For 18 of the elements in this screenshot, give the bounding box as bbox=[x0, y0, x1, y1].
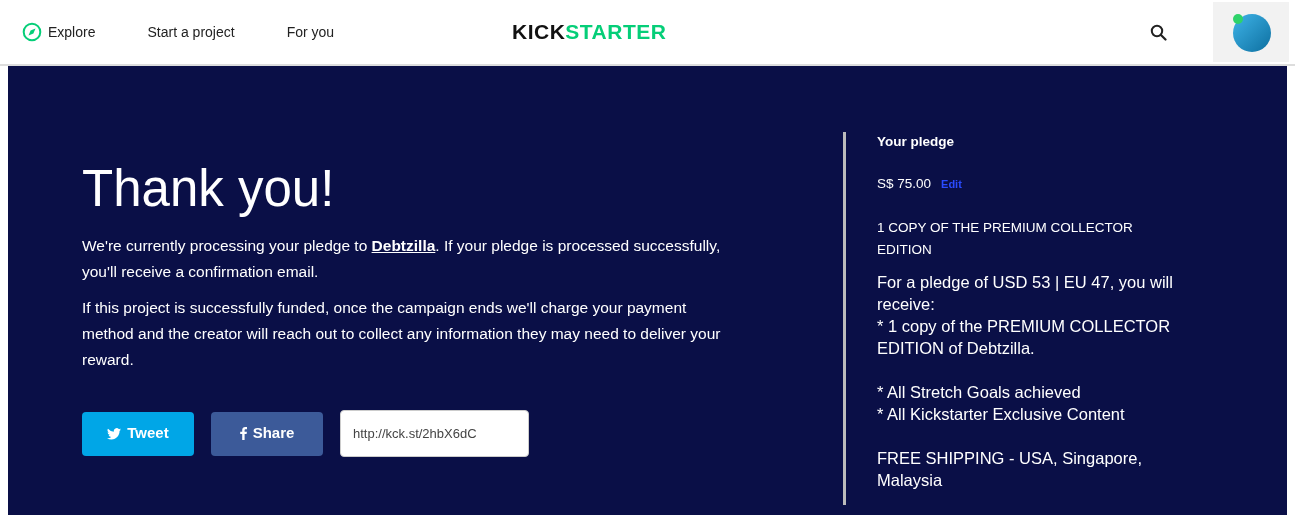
nav-link[interactable]: Start a project bbox=[147, 21, 235, 43]
kickstarter-logo[interactable]: KICKSTARTER bbox=[512, 16, 667, 48]
nav-link[interactable]: For you bbox=[286, 21, 335, 43]
pledge-heading: Your pledge bbox=[877, 133, 955, 151]
page-title: Thank you! bbox=[82, 161, 336, 218]
reward-description: For a pledge of USD 53 | EU 47, you will receive: * 1 copy of the PREMIUM COLLECTOR EDITION of Debtzilla. * All Stretch Goals achieved * All Kickstarter Exclusive Content FREE SHIPPING - USA, Singapore, Malaysia bbox=[877, 271, 1174, 491]
compass-icon bbox=[22, 22, 42, 42]
bird-icon bbox=[107, 427, 122, 440]
funding-text: If this project is successfully funded, once the campaign ends we'll charge your payment method and the creator will reach out to collect any information they may need to deliver your reward. bbox=[82, 298, 722, 371]
nav-link[interactable]: Explore bbox=[22, 21, 96, 43]
search-icon[interactable] bbox=[1150, 23, 1167, 41]
reward-title: 1 COPY OF THE PREMIUM COLLECTOR EDITION bbox=[877, 218, 1134, 259]
facebook-icon bbox=[239, 427, 247, 441]
confirmation-text: We're currently processing your pledge to Debtzilla. If your pledge is processed successfully, you'll receive a confirmation email. bbox=[82, 236, 722, 283]
avatar-icon[interactable] bbox=[1230, 11, 1272, 53]
share-button[interactable]: Share bbox=[211, 411, 323, 456]
short-link-field[interactable]: http://kck.st/2hbX6dC bbox=[340, 410, 529, 458]
pledge-amount: S$ 75.00 bbox=[877, 175, 932, 194]
